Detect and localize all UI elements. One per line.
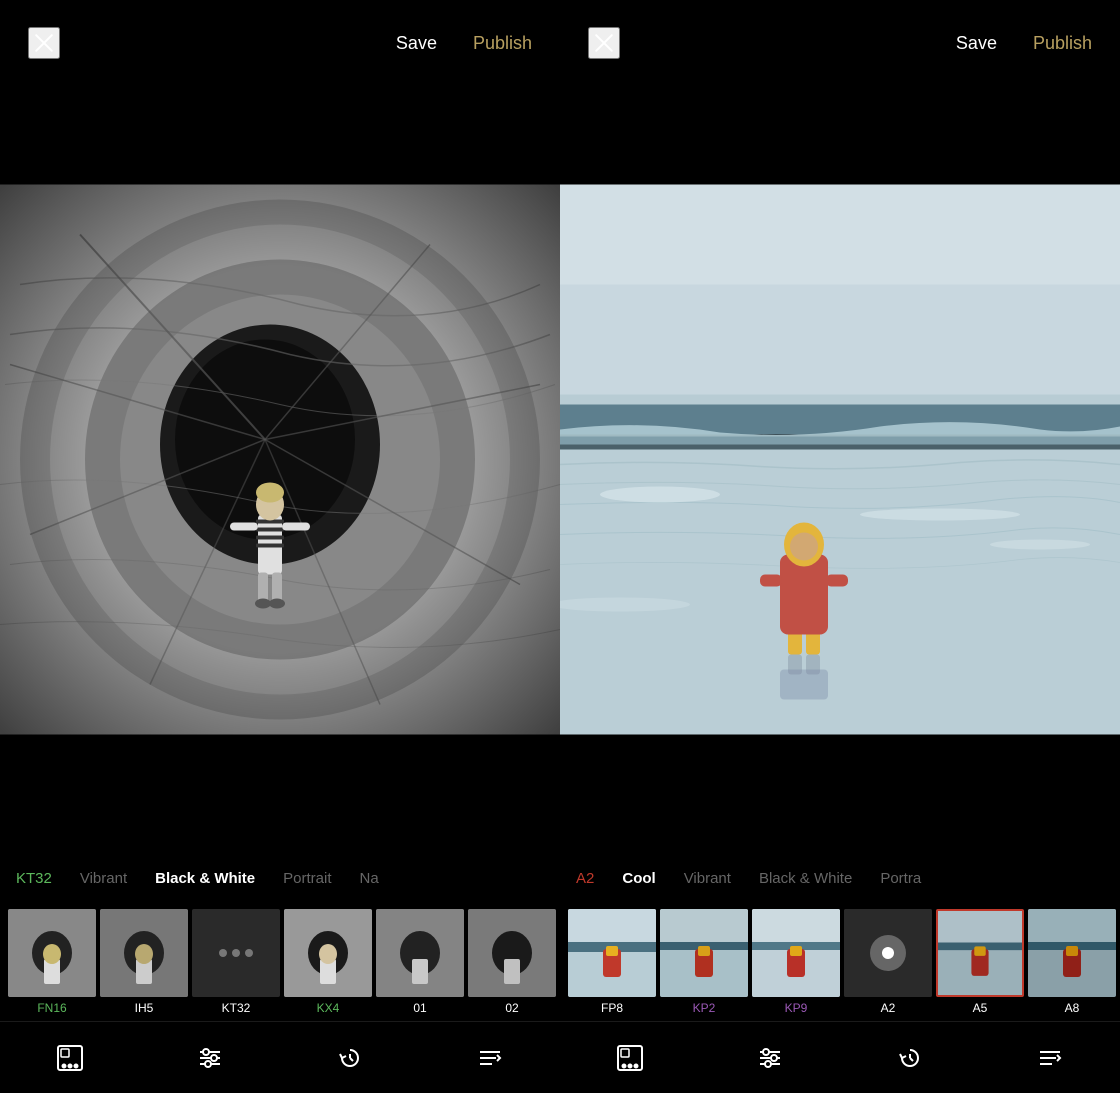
left-close-button[interactable]	[28, 27, 60, 59]
thumb-kt32-label: KT32	[222, 1001, 251, 1015]
thumb-a5-img	[936, 909, 1024, 997]
right-gap	[560, 833, 1120, 853]
thumb-a8[interactable]: A8	[1028, 909, 1116, 1015]
thumb-ih5-img	[100, 909, 188, 997]
right-top-right: Save Publish	[956, 33, 1092, 54]
right-adjust-tool[interactable]	[748, 1036, 792, 1080]
left-filter-thumbs: FN16 IH5 KT32 KX4	[0, 903, 560, 1021]
thumb-02[interactable]: 02	[468, 909, 556, 1015]
left-filter-icon	[56, 1044, 84, 1072]
filter-label-portrait[interactable]: Portrait	[283, 870, 331, 887]
thumb-kx4[interactable]: KX4	[284, 909, 372, 1015]
right-save-button[interactable]: Save	[956, 33, 997, 54]
filter-label-vibrant[interactable]: Vibrant	[80, 870, 127, 887]
left-export-icon	[476, 1044, 504, 1072]
left-top-right: Save Publish	[396, 33, 532, 54]
right-history-icon	[896, 1044, 924, 1072]
thumb-01[interactable]: 01	[376, 909, 464, 1015]
thumb-kt32-img	[192, 909, 280, 997]
dots-content	[219, 949, 253, 957]
left-photo-area	[0, 86, 560, 833]
right-photo-area	[560, 86, 1120, 833]
right-filter-icon	[616, 1044, 644, 1072]
left-publish-button[interactable]: Publish	[473, 33, 532, 54]
filter-label-kt32[interactable]: KT32	[16, 870, 52, 887]
right-filter-tool[interactable]	[608, 1036, 652, 1080]
right-filter-label-bw[interactable]: Black & White	[759, 870, 852, 887]
left-panel: Save Publish	[0, 0, 560, 1093]
thumb-kt32[interactable]: KT32	[192, 909, 280, 1015]
thumb-kp9-label: KP9	[785, 1001, 808, 1015]
left-gap	[0, 833, 560, 853]
right-filter-label-vibrant[interactable]: Vibrant	[684, 870, 731, 887]
thumb-kp2-label: KP2	[693, 1001, 716, 1015]
thumb-kp2[interactable]: KP2	[660, 909, 748, 1015]
left-history-icon	[336, 1044, 364, 1072]
thumb-02-label: 02	[505, 1001, 518, 1015]
right-filter-label-a2[interactable]: A2	[576, 870, 594, 887]
thumb-kp9-img	[752, 909, 840, 997]
thumb-01-img	[376, 909, 464, 997]
right-bottom-toolbar	[560, 1021, 1120, 1093]
left-save-button[interactable]: Save	[396, 33, 437, 54]
right-adjust-icon	[756, 1044, 784, 1072]
left-photo-image	[0, 86, 560, 833]
right-publish-button[interactable]: Publish	[1033, 33, 1092, 54]
filter-label-na[interactable]: Na	[360, 870, 379, 887]
left-filter-labels: KT32 Vibrant Black & White Portrait Na	[0, 853, 560, 903]
thumb-a2[interactable]: A2	[844, 909, 932, 1015]
left-bottom-toolbar	[0, 1021, 560, 1093]
thumb-02-img	[468, 909, 556, 997]
thumb-kx4-label: KX4	[317, 1001, 340, 1015]
thumb-a8-img	[1028, 909, 1116, 997]
thumb-fn16[interactable]: FN16	[8, 909, 96, 1015]
right-filter-thumbs: FP8 KP2 KP9 A2	[560, 903, 1120, 1021]
right-filter-label-cool[interactable]: Cool	[622, 870, 655, 887]
thumb-01-label: 01	[413, 1001, 426, 1015]
thumb-a2-label: A2	[881, 1001, 896, 1015]
filter-label-bw[interactable]: Black & White	[155, 870, 255, 887]
thumb-a8-label: A8	[1065, 1001, 1080, 1015]
thumb-fp8-img	[568, 909, 656, 997]
left-adjust-icon	[196, 1044, 224, 1072]
right-export-tool[interactable]	[1028, 1036, 1072, 1080]
left-history-tool[interactable]	[328, 1036, 372, 1080]
thumb-ih5-label: IH5	[135, 1001, 154, 1015]
thumb-fp8-label: FP8	[601, 1001, 623, 1015]
left-export-tool[interactable]	[468, 1036, 512, 1080]
thumb-kp2-img	[660, 909, 748, 997]
right-filter-label-portra[interactable]: Portra	[880, 870, 921, 887]
dot-1	[219, 949, 227, 957]
right-export-icon	[1036, 1044, 1064, 1072]
right-top-bar: Save Publish	[560, 0, 1120, 86]
thumb-a5-label: A5	[973, 1001, 988, 1015]
right-panel: Save Publish	[560, 0, 1120, 1093]
left-adjust-tool[interactable]	[188, 1036, 232, 1080]
dot-3	[245, 949, 253, 957]
thumb-ih5[interactable]: IH5	[100, 909, 188, 1015]
left-filter-tool[interactable]	[48, 1036, 92, 1080]
right-history-tool[interactable]	[888, 1036, 932, 1080]
left-top-bar: Save Publish	[0, 0, 560, 86]
dot-2	[232, 949, 240, 957]
thumb-fn16-img	[8, 909, 96, 997]
right-close-button[interactable]	[588, 27, 620, 59]
thumb-fp8[interactable]: FP8	[568, 909, 656, 1015]
thumb-kp9[interactable]: KP9	[752, 909, 840, 1015]
right-filter-labels: A2 Cool Vibrant Black & White Portra	[560, 853, 1120, 903]
thumb-a5[interactable]: A5	[936, 909, 1024, 1015]
right-photo-image	[560, 86, 1120, 833]
thumb-kx4-img	[284, 909, 372, 997]
thumb-fn16-label: FN16	[37, 1001, 66, 1015]
thumb-a2-img	[844, 909, 932, 997]
